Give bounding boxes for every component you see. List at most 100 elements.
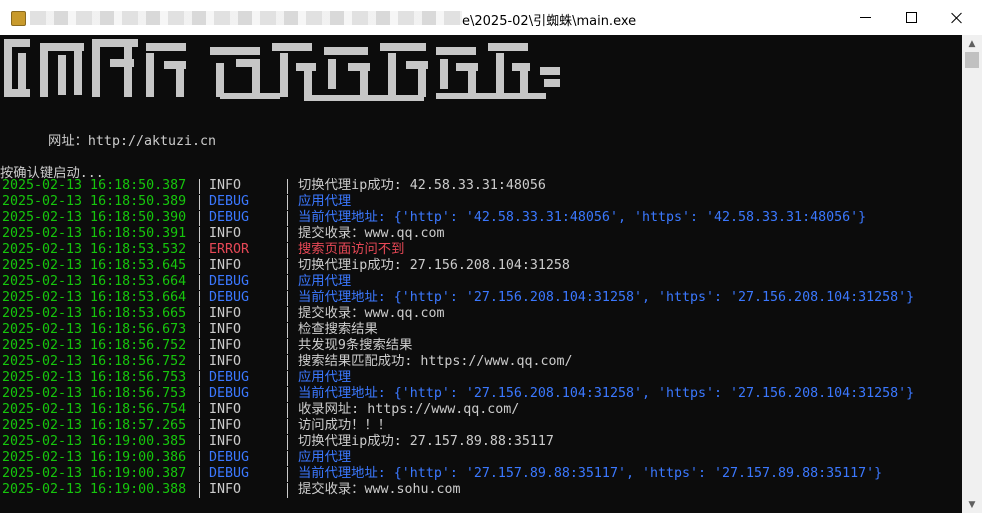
log-timestamp: 2025-02-13 16:18:50.391 <box>2 226 187 241</box>
scrollbar-thumb[interactable] <box>965 52 979 68</box>
log-timestamp: 2025-02-13 16:18:56.752 <box>2 354 187 369</box>
banner-block <box>348 63 370 71</box>
log-level: INFO <box>209 306 242 321</box>
banner-block <box>92 39 138 47</box>
log-message: 搜索页面访问不到 <box>298 242 405 257</box>
banner-block <box>18 53 26 93</box>
column-separator <box>199 419 200 434</box>
scroll-up-arrow-icon[interactable]: ▲ <box>962 35 982 52</box>
log-row: 2025-02-13 16:18:53.645 INFO 切换代理ip成功: 27.… <box>0 258 962 274</box>
title-bar[interactable]: e\2025-02\引蜘蛛\main.exe <box>0 0 982 35</box>
column-separator <box>287 355 288 370</box>
banner-block <box>360 71 368 97</box>
column-separator <box>199 483 200 498</box>
banner-block <box>296 63 316 71</box>
log-message: 共发现9条搜索结果 <box>298 338 413 353</box>
column-separator <box>199 259 200 274</box>
banner-block <box>220 93 280 99</box>
maximize-button[interactable] <box>888 0 934 35</box>
log-level: DEBUG <box>209 466 250 481</box>
log-row: 2025-02-13 16:18:53.664 DEBUG 应用代理 <box>0 274 962 290</box>
log-level: DEBUG <box>209 370 250 385</box>
banner-block <box>440 59 448 89</box>
log-message: 检查搜索结果 <box>298 322 378 337</box>
log-row: 2025-02-13 16:18:56.753 DEBUG 当前代理地址: {'ht… <box>0 386 962 402</box>
log-level: DEBUG <box>209 450 250 465</box>
banner-block <box>4 39 30 47</box>
column-separator <box>287 275 288 290</box>
banner-block <box>456 63 478 71</box>
column-separator <box>287 451 288 466</box>
log-message: 当前代理地址: {'http': '27.157.89.88:35117', '… <box>298 466 883 481</box>
column-separator <box>199 195 200 210</box>
log-timestamp: 2025-02-13 16:19:00.387 <box>2 466 187 481</box>
column-separator <box>287 307 288 322</box>
column-separator <box>287 195 288 210</box>
column-separator <box>287 483 288 498</box>
log-message: 应用代理 <box>298 274 352 289</box>
log-message: 应用代理 <box>298 370 352 385</box>
vertical-scrollbar[interactable]: ▲ ▼ <box>962 35 982 513</box>
column-separator <box>287 403 288 418</box>
log-timestamp: 2025-02-13 16:19:00.388 <box>2 482 187 497</box>
banner-block <box>216 63 224 97</box>
log-level: DEBUG <box>209 386 250 401</box>
column-separator <box>199 307 200 322</box>
log-row: 2025-02-13 16:18:50.391 INFO 提交收录：www.qq.c… <box>0 226 962 242</box>
log-timestamp: 2025-02-13 16:18:56.754 <box>2 402 187 417</box>
close-icon <box>951 12 963 24</box>
log-timestamp: 2025-02-13 16:18:53.664 <box>2 290 187 305</box>
scroll-down-arrow-icon[interactable]: ▼ <box>962 496 982 513</box>
banner-block <box>436 93 546 99</box>
app-icon <box>11 11 26 26</box>
banner-block <box>146 43 186 51</box>
log-timestamp: 2025-02-13 16:18:56.752 <box>2 338 187 353</box>
banner-block <box>176 69 184 97</box>
log-row: 2025-02-13 16:18:56.752 INFO 搜索结果匹配成功: htt… <box>0 354 962 370</box>
minimize-button[interactable] <box>842 0 888 35</box>
column-separator <box>287 323 288 338</box>
banner-block <box>304 71 312 97</box>
banner-block <box>272 43 312 51</box>
console-window: e\2025-02\引蜘蛛\main.exe 网址：http://aktuzi.… <box>0 0 982 513</box>
banner-block <box>92 47 100 97</box>
log-level: DEBUG <box>209 274 250 289</box>
log-row: 2025-02-13 16:18:53.532 ERROR 搜索页面访问不到 <box>0 242 962 258</box>
log-row: 2025-02-13 16:18:50.389 DEBUG 应用代理 <box>0 194 962 210</box>
log-timestamp: 2025-02-13 16:18:50.390 <box>2 210 187 225</box>
banner-block <box>380 43 426 51</box>
banner-block <box>488 43 528 51</box>
banner-block <box>544 79 560 87</box>
banner-block <box>4 89 30 97</box>
log-message: 提交收录：www.qq.com <box>298 226 445 241</box>
log-timestamp: 2025-02-13 16:18:56.673 <box>2 322 187 337</box>
banner-block <box>436 47 476 55</box>
maximize-icon <box>905 12 917 23</box>
banner-block <box>540 67 560 75</box>
log-timestamp: 2025-02-13 16:19:00.385 <box>2 434 187 449</box>
column-separator <box>287 211 288 226</box>
banner-block <box>40 43 84 51</box>
log-level: INFO <box>209 418 242 433</box>
log-message: 提交收录：www.sohu.com <box>298 482 461 497</box>
column-separator <box>199 179 200 194</box>
column-separator <box>199 355 200 370</box>
log-row: 2025-02-13 16:18:57.265 INFO 访问成功！！！ <box>0 418 962 434</box>
log-level: INFO <box>209 226 242 241</box>
log-level: INFO <box>209 402 242 417</box>
log-row: 2025-02-13 16:18:56.673 INFO 检查搜索结果 <box>0 322 962 338</box>
banner-block <box>406 61 428 69</box>
column-separator <box>199 339 200 354</box>
banner-block <box>328 59 336 89</box>
log-message: 搜索结果匹配成功: https://www.qq.com/ <box>298 354 573 369</box>
log-timestamp: 2025-02-13 16:18:53.645 <box>2 258 187 273</box>
console-output[interactable]: 网址：http://aktuzi.cn 按确认键启动... 2025-02-13… <box>0 35 962 513</box>
log-level: DEBUG <box>209 194 250 209</box>
close-button[interactable] <box>934 0 980 35</box>
log-level: INFO <box>209 322 242 337</box>
column-separator <box>199 323 200 338</box>
log-timestamp: 2025-02-13 16:18:50.389 <box>2 194 187 209</box>
banner-block <box>146 53 154 97</box>
banner-block <box>512 63 530 71</box>
column-separator <box>287 339 288 354</box>
